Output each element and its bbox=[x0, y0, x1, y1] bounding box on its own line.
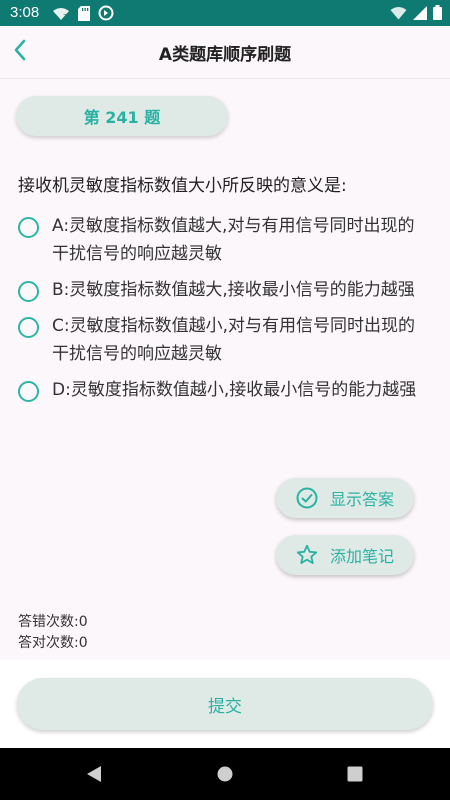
wifi-icon bbox=[390, 5, 407, 24]
back-triangle-icon[interactable] bbox=[84, 764, 104, 784]
recents-square-icon[interactable] bbox=[345, 764, 365, 784]
option-b-text: B:灵敏度指标数值越大,接收最小信号的能力越强 bbox=[52, 280, 415, 300]
no-sync-icon bbox=[98, 5, 114, 25]
svg-text:?: ? bbox=[63, 13, 67, 21]
status-time: 3:08 bbox=[10, 4, 40, 21]
app-bar: A类题库顺序刷题 bbox=[0, 26, 450, 79]
status-icons-right bbox=[390, 5, 442, 24]
option-a[interactable]: A:灵敏度指标数值越大,对与有用信号同时出现的干扰信号的响应越灵敏 bbox=[18, 212, 434, 268]
radio-button-icon[interactable] bbox=[18, 381, 39, 402]
sd-card-icon bbox=[78, 5, 90, 25]
battery-icon bbox=[433, 5, 442, 24]
home-circle-icon[interactable] bbox=[215, 764, 235, 784]
system-nav-bar bbox=[0, 748, 450, 800]
answer-stats: 答错次数:0 答对次数:0 bbox=[18, 612, 88, 654]
wrong-count: 答错次数:0 bbox=[18, 614, 88, 630]
option-a-text: A:灵敏度指标数值越大,对与有用信号同时出现的干扰信号的响应越灵敏 bbox=[52, 216, 415, 264]
check-circle-icon bbox=[296, 487, 318, 509]
option-b[interactable]: B:灵敏度指标数值越大,接收最小信号的能力越强 bbox=[18, 276, 434, 304]
radio-button-icon[interactable] bbox=[18, 217, 39, 238]
option-c-text: C:灵敏度指标数值越小,对与有用信号同时出现的干扰信号的响应越灵敏 bbox=[52, 316, 416, 364]
radio-button-icon[interactable] bbox=[18, 281, 39, 302]
star-outline-icon bbox=[296, 544, 318, 566]
right-count: 答对次数:0 bbox=[18, 635, 88, 651]
question-text: 接收机灵敏度指标数值大小所反映的意义是: bbox=[18, 176, 347, 196]
option-list: A:灵敏度指标数值越大,对与有用信号同时出现的干扰信号的响应越灵敏 B:灵敏度指… bbox=[18, 212, 434, 412]
radio-button-icon[interactable] bbox=[18, 317, 39, 338]
option-d-text: D:灵敏度指标数值越小,接收最小信号的能力越强 bbox=[52, 380, 417, 400]
question-number-badge: 第 241 题 bbox=[16, 96, 228, 136]
bottom-panel: 提交 bbox=[0, 660, 450, 748]
signal-icon bbox=[413, 5, 427, 24]
status-bar: 3:08 ? bbox=[0, 0, 450, 26]
wifi-question-icon: ? bbox=[52, 6, 70, 25]
show-answer-button[interactable]: 显示答案 bbox=[276, 478, 414, 518]
status-icons-left: ? bbox=[52, 5, 114, 25]
option-c[interactable]: C:灵敏度指标数值越小,对与有用信号同时出现的干扰信号的响应越灵敏 bbox=[18, 312, 434, 368]
add-note-label: 添加笔记 bbox=[329, 547, 394, 566]
submit-button[interactable]: 提交 bbox=[17, 678, 433, 730]
show-answer-label: 显示答案 bbox=[329, 490, 394, 509]
add-note-button[interactable]: 添加笔记 bbox=[276, 535, 414, 575]
page-title: A类题库顺序刷题 bbox=[158, 45, 292, 65]
option-d[interactable]: D:灵敏度指标数值越小,接收最小信号的能力越强 bbox=[18, 376, 434, 404]
